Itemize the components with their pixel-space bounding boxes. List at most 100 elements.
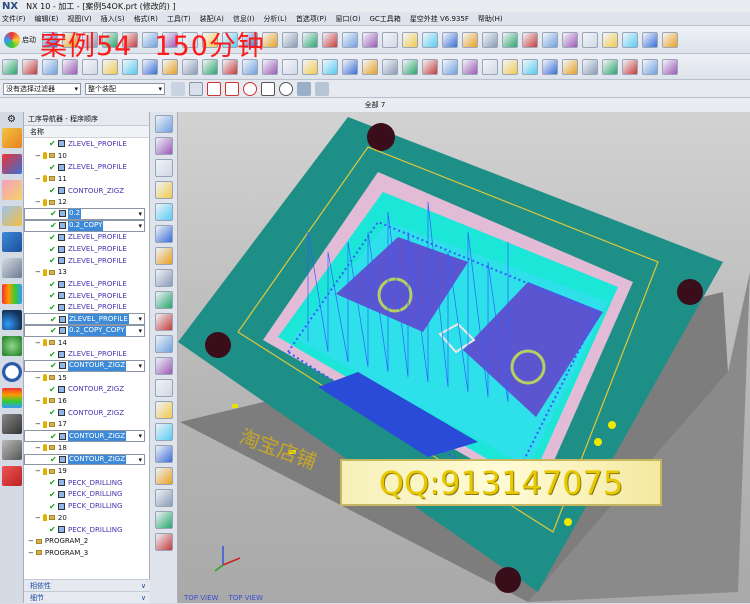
toolbar-tool-icon[interactable] [342, 31, 358, 48]
toolbar-tool-icon[interactable] [402, 58, 418, 75]
snap-mid-icon[interactable] [225, 81, 239, 96]
toolbar-tool-icon[interactable] [462, 58, 478, 75]
toolbar-tool-icon[interactable] [582, 58, 598, 75]
tree-operation-row[interactable]: ✔ 0.2_COPY_COPY [24, 325, 145, 337]
expand-toggle-icon[interactable]: − [35, 374, 41, 382]
operation-tool-icon[interactable] [155, 313, 173, 331]
toolbar-tool-icon[interactable] [582, 31, 598, 48]
view-shade-icon[interactable] [315, 81, 329, 96]
book-icon[interactable] [2, 466, 22, 486]
menu-item[interactable]: 星空外挂 V6.935F [410, 14, 469, 24]
tree-group-row[interactable]: − 14 [24, 337, 149, 349]
toolbar-tool-icon[interactable] [642, 31, 658, 48]
menu-item[interactable]: GC工具箱 [369, 14, 400, 24]
rss-icon[interactable] [2, 310, 22, 330]
navigator-icon[interactable] [2, 232, 22, 252]
menu-item[interactable]: 分析(L) [263, 14, 286, 24]
toolbar-tool-icon[interactable] [382, 31, 398, 48]
snap-center-icon[interactable] [243, 81, 257, 96]
expand-toggle-icon[interactable]: − [35, 339, 41, 347]
menu-item[interactable]: 视图(V) [67, 14, 91, 24]
operation-tool-icon[interactable] [155, 401, 173, 419]
menu-item[interactable]: 工具(T) [167, 14, 191, 24]
operation-tool-icon[interactable] [155, 225, 173, 243]
robot-icon[interactable] [2, 440, 22, 460]
tree-operation-row[interactable]: ✔ CONTOUR_ZIGZ [24, 453, 145, 466]
method-view-icon[interactable] [2, 206, 22, 226]
menu-item[interactable]: 编辑(E) [35, 14, 59, 24]
filter-tool-icon[interactable] [171, 81, 185, 96]
tree-operation-row[interactable]: ✔ ZLEVEL_PROFILE [24, 161, 149, 173]
operation-tool-icon[interactable] [155, 467, 173, 485]
operation-tool-icon[interactable] [155, 269, 173, 287]
expand-toggle-icon[interactable]: − [35, 198, 41, 206]
toolbar-tool-icon[interactable] [602, 31, 618, 48]
operation-tool-icon[interactable] [155, 291, 173, 309]
machine-view-icon[interactable] [2, 154, 22, 174]
expand-toggle-icon[interactable]: − [35, 175, 41, 183]
toolbar-tool-icon[interactable] [482, 31, 498, 48]
expand-toggle-icon[interactable]: − [35, 152, 41, 160]
tree-program-row[interactable]: − PROGRAM_3 [24, 547, 149, 559]
toolbar-tool-icon[interactable] [342, 58, 358, 75]
graphics-viewport[interactable]: 淘宝店铺 TOP VIEW TOP VIEW [178, 112, 750, 603]
operation-tool-icon[interactable] [155, 379, 173, 397]
toolbar-tool-icon[interactable] [22, 58, 38, 75]
toolbar-tool-icon[interactable] [482, 58, 498, 75]
toolbar-tool-icon[interactable] [362, 58, 378, 75]
view-cube-icon[interactable] [297, 81, 311, 96]
expand-toggle-icon[interactable]: − [35, 467, 41, 475]
tree-group-row[interactable]: − 12 [24, 196, 149, 208]
geometry-view-icon[interactable] [2, 180, 22, 200]
operation-tool-icon[interactable] [155, 137, 173, 155]
toolbar-tool-icon[interactable] [382, 58, 398, 75]
snap-circle-icon[interactable] [279, 81, 293, 96]
operation-tool-icon[interactable] [155, 335, 173, 353]
toolbar-tool-icon[interactable] [422, 58, 438, 75]
tree-group-row[interactable]: − 11 [24, 173, 149, 185]
tree-operation-row[interactable]: ✔ CONTOUR_ZIGZ [24, 407, 149, 419]
toolbar-tool-icon[interactable] [662, 31, 678, 48]
tree-operation-row[interactable]: ✔ PECK_DRILLING [24, 524, 149, 536]
tree-program-row[interactable]: − PROGRAM_2 [24, 535, 149, 547]
toolbar-tool-icon[interactable] [642, 58, 658, 75]
snap-point-icon[interactable] [189, 81, 203, 96]
tool-icon[interactable] [2, 414, 22, 434]
toolbar-tool-icon[interactable] [302, 31, 318, 48]
tree-operation-row[interactable]: ✔ 0.2_COPY [24, 219, 145, 232]
toolbar-tool-icon[interactable] [2, 58, 18, 75]
tree-group-row[interactable]: − 13 [24, 267, 149, 279]
menu-item[interactable]: 帮助(H) [478, 14, 503, 24]
history-clock-icon[interactable] [2, 362, 22, 382]
toolbar-tool-icon[interactable] [562, 58, 578, 75]
tree-group-row[interactable]: − 10 [24, 150, 149, 162]
start-icon[interactable] [4, 31, 20, 48]
menu-item[interactable]: 窗口(O) [336, 14, 361, 24]
tree-operation-row[interactable]: ✔ CONTOUR_ZIGZ [24, 185, 149, 197]
toolbar-tool-icon[interactable] [462, 31, 478, 48]
column-header-name[interactable]: 名称 [24, 126, 149, 138]
toolbar-tool-icon[interactable] [622, 31, 638, 48]
palette-icon[interactable] [2, 284, 22, 304]
toolbar-tool-icon[interactable] [402, 31, 418, 48]
toolbar-tool-icon[interactable] [562, 31, 578, 48]
operation-tool-icon[interactable] [155, 203, 173, 221]
menu-item[interactable]: 装配(A) [200, 14, 224, 24]
toolbar-tool-icon[interactable] [422, 31, 438, 48]
tree-operation-row[interactable]: ✔ ZLEVEL_PROFILE [24, 290, 149, 302]
toolbar-tool-icon[interactable] [662, 58, 678, 75]
toolbar-tool-icon[interactable] [442, 31, 458, 48]
toolbar-tool-icon[interactable] [502, 31, 518, 48]
operation-tool-icon[interactable] [155, 423, 173, 441]
operation-tool-icon[interactable] [155, 489, 173, 507]
assembly-icon[interactable] [2, 258, 22, 278]
menu-item[interactable]: 插入(S) [101, 14, 125, 24]
expand-toggle-icon[interactable]: − [35, 268, 41, 276]
tree-operation-row[interactable]: ✔ CONTOUR_ZIGZ [24, 360, 145, 372]
tree-operation-row[interactable]: ✔ ZLEVEL_PROFILE [24, 232, 149, 244]
expand-toggle-icon[interactable]: − [28, 537, 34, 545]
tree-operation-row[interactable]: ✔ ZLEVEL_PROFILE [24, 255, 149, 267]
toolbar-tool-icon[interactable] [602, 58, 618, 75]
operation-tool-icon[interactable] [155, 247, 173, 265]
expand-toggle-icon[interactable]: − [35, 514, 41, 522]
